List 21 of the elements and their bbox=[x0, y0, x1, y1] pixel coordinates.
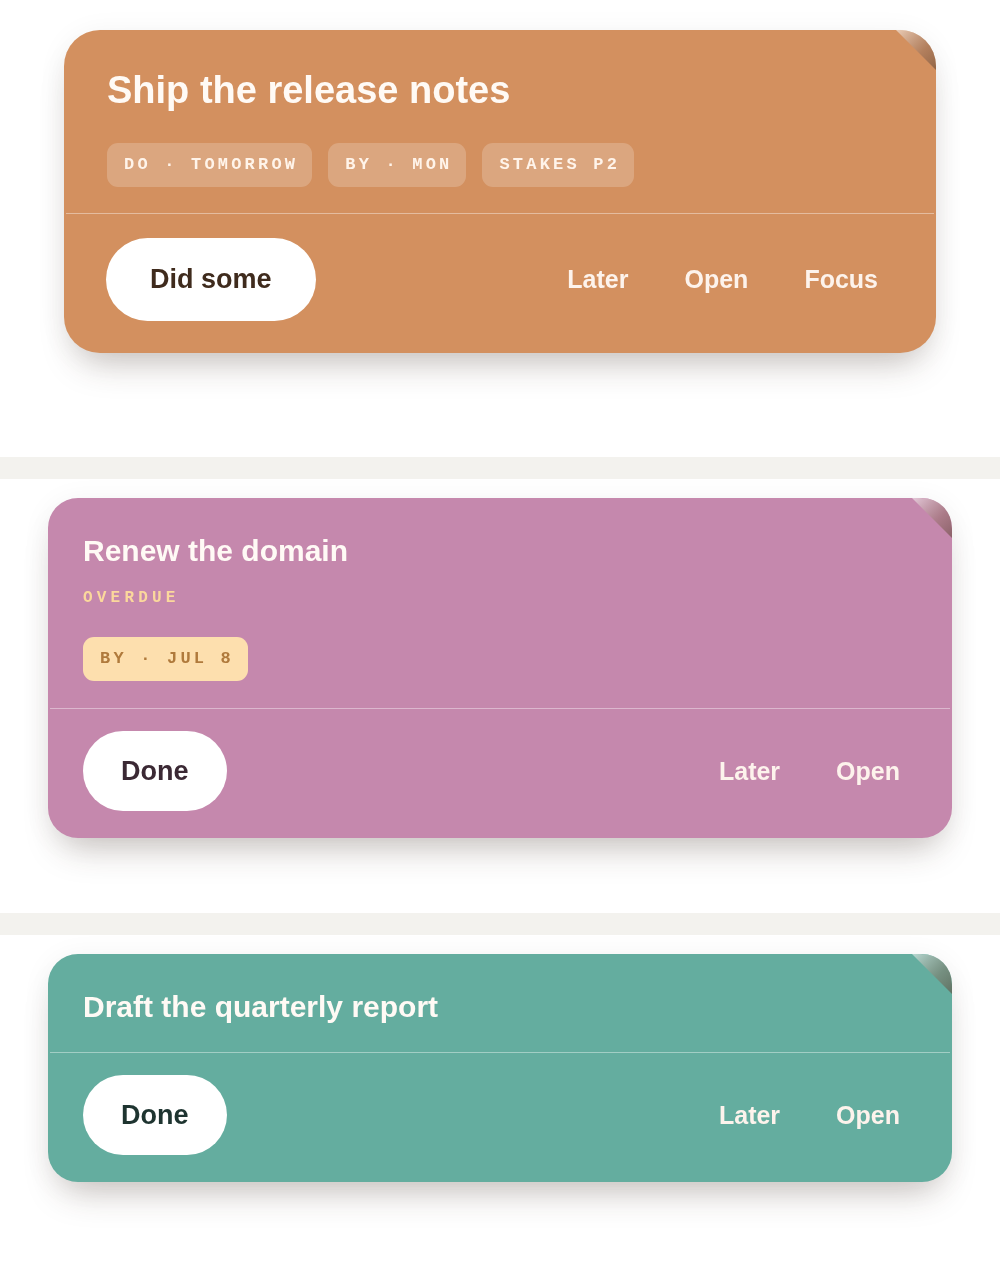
action-button[interactable]: Later bbox=[704, 748, 795, 794]
action-button[interactable]: Later bbox=[553, 257, 643, 302]
status-label: OVERDUE bbox=[83, 588, 181, 608]
due-date-tag: BY · JUL 8 bbox=[83, 637, 249, 681]
meta-tag: STAKES P2 bbox=[482, 143, 635, 187]
action-button[interactable]: Open bbox=[670, 257, 763, 302]
task-title: Renew the domain bbox=[83, 533, 350, 569]
meta-tag: BY · MON bbox=[328, 143, 467, 187]
action-button[interactable]: Focus bbox=[790, 257, 892, 302]
task-title: Draft the quarterly report bbox=[83, 989, 440, 1025]
page-curl-icon bbox=[912, 498, 952, 538]
meta-tag: DO · TOMORROW bbox=[107, 143, 313, 187]
primary-button[interactable]: Done bbox=[83, 1075, 227, 1155]
task-title: Ship the release notes bbox=[107, 68, 512, 112]
action-button[interactable]: Open bbox=[822, 1092, 914, 1138]
action-button[interactable]: Open bbox=[822, 748, 914, 794]
primary-button[interactable]: Did some bbox=[106, 238, 316, 321]
action-button[interactable]: Later bbox=[704, 1092, 795, 1138]
page-curl-icon bbox=[896, 30, 936, 70]
page-curl-icon bbox=[912, 954, 952, 994]
primary-button[interactable]: Done bbox=[83, 731, 227, 811]
